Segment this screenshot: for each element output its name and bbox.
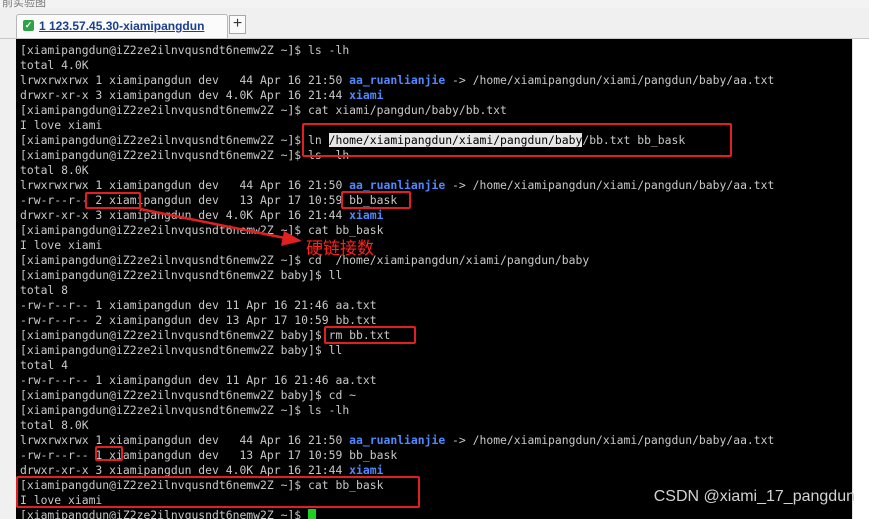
annotation-arrow [139,207,302,246]
watermark: CSDN @xiami_17_pangdun [653,488,855,505]
annotation-label: 硬链接数 [306,239,374,259]
